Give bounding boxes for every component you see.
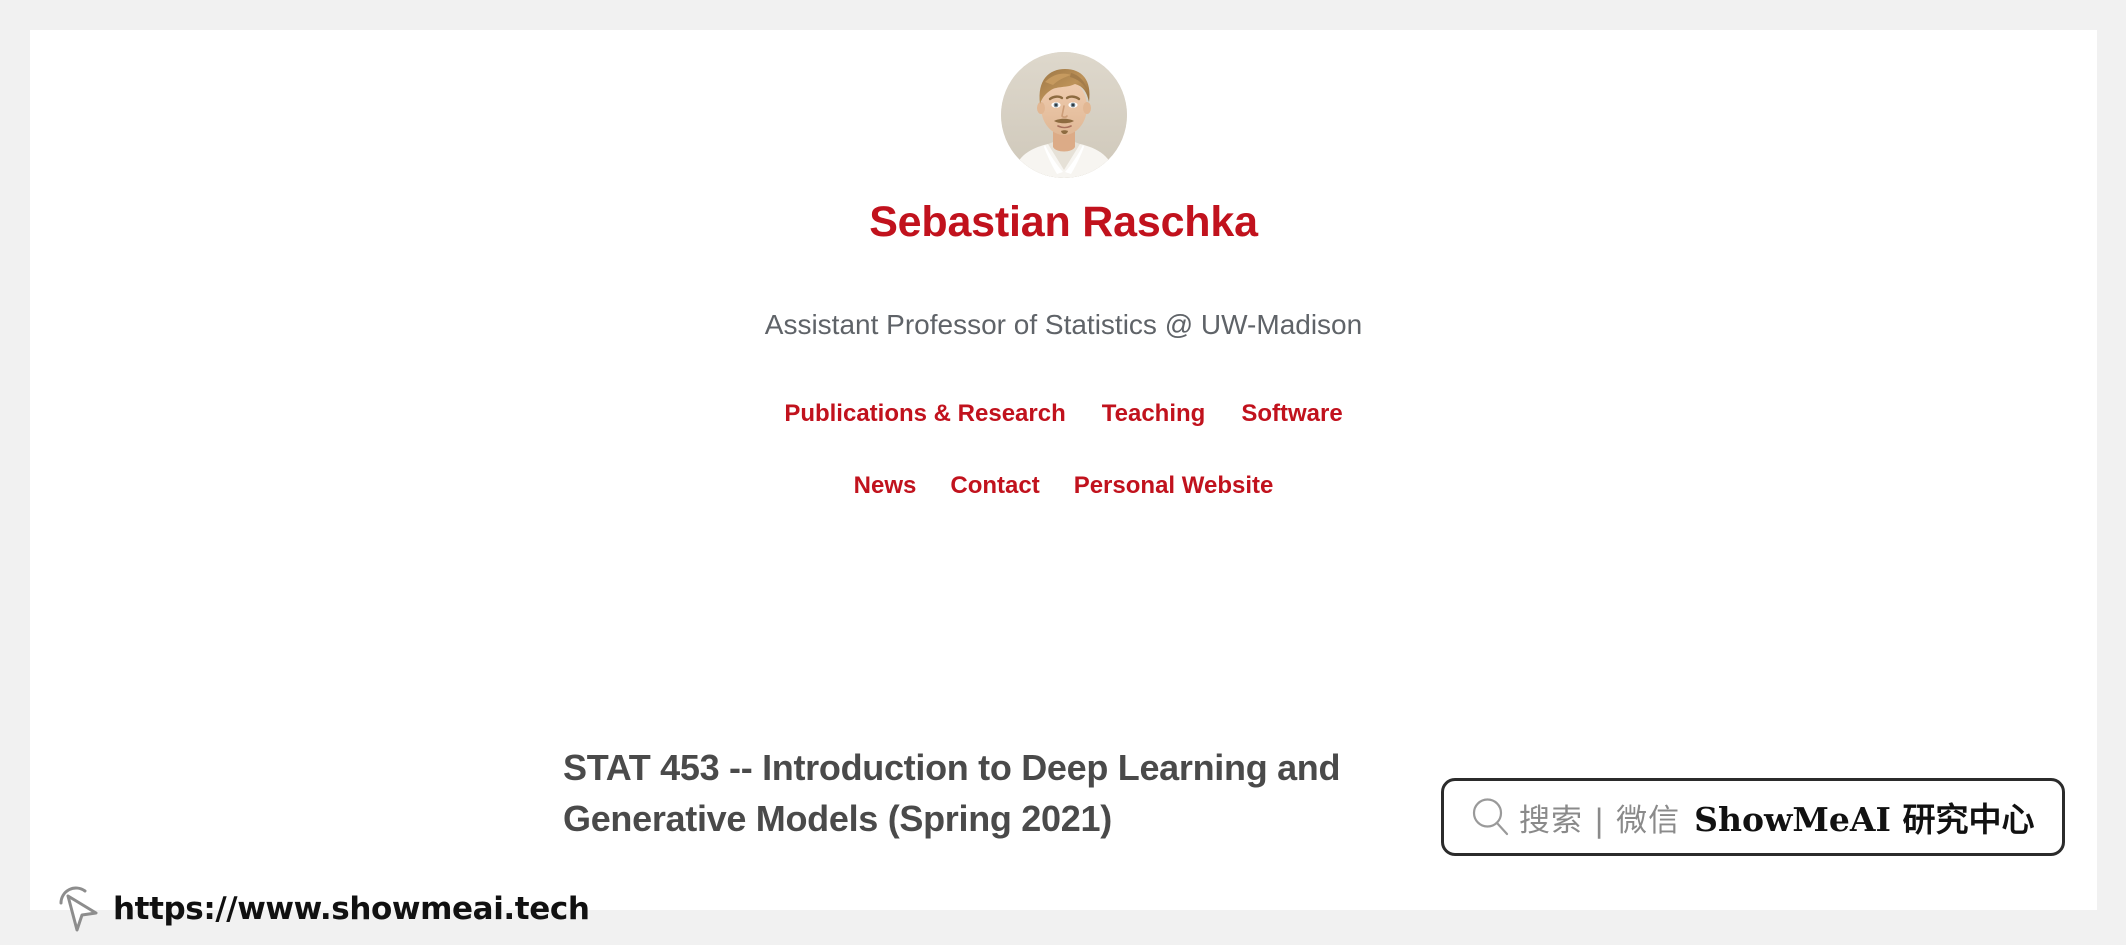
nav-link-contact[interactable]: Contact	[950, 471, 1039, 501]
secondary-nav-row: News Contact Personal Website	[30, 471, 2097, 501]
showmeai-watermark-badge: 搜索 | 微信 ShowMeAI 研究中心	[1441, 778, 2065, 856]
nav-link-personal-website[interactable]: Personal Website	[1074, 471, 1274, 501]
watermark-search-label: 搜索 | 微信	[1519, 802, 1681, 839]
avatar	[1000, 52, 1127, 178]
nav-link-teaching[interactable]: Teaching	[1102, 399, 1206, 429]
pointer-click-cursor-icon	[55, 880, 107, 936]
watermark-brand-label: ShowMeAI 研究中心	[1694, 800, 2035, 839]
course-heading-line-2: Generative Models (Spring 2021)	[563, 797, 1112, 839]
nav-link-news[interactable]: News	[854, 471, 917, 501]
site-url-label: https://www.showmeai.tech	[113, 891, 590, 927]
course-heading-line-1: STAT 453 -- Introduction to Deep Learnin…	[563, 746, 1341, 788]
page-title: Sebastian Raschka	[869, 198, 1258, 246]
nav-link-software[interactable]: Software	[1241, 399, 1342, 429]
course-heading: STAT 453 -- Introduction to Deep Learnin…	[563, 742, 1483, 844]
search-icon	[1470, 796, 1512, 838]
nav-link-publications-research[interactable]: Publications & Research	[784, 399, 1065, 429]
url-overlay: https://www.showmeai.tech	[55, 873, 590, 943]
primary-nav-row: Publications & Research Teaching Softwar…	[30, 399, 2097, 429]
avatar-photo-icon	[1000, 52, 1127, 178]
page-tagline: Assistant Professor of Statistics @ UW-M…	[764, 309, 1363, 341]
profile-header: Sebastian Raschka Assistant Professor of…	[30, 30, 2097, 501]
